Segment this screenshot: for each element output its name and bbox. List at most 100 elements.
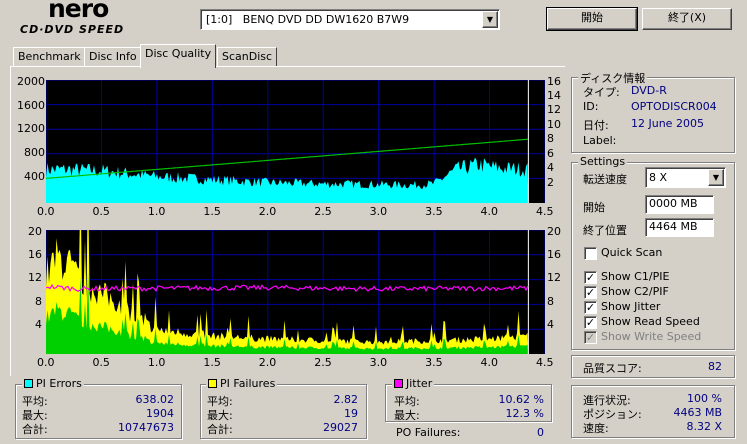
x-tick-label: 1.0	[147, 205, 166, 218]
speed-label: 転送速度	[583, 173, 627, 186]
speed-select-value: 8 X	[649, 171, 668, 184]
nero-logo: nero	[48, 0, 109, 23]
po-failures-value: 0	[537, 426, 544, 439]
y-tick-label: 4	[547, 318, 554, 331]
jitter-group-title: Jitter	[392, 377, 435, 390]
x-tick-label: 0.0	[37, 356, 55, 369]
show-c1-checkbox[interactable]: ✓	[584, 271, 597, 284]
quality-score-value: 82	[708, 360, 722, 373]
show-jitter-checkbox[interactable]: ✓	[584, 301, 597, 314]
settings-title: Settings	[578, 155, 628, 168]
x-tick-label: 4.0	[480, 356, 499, 369]
progress-status-value: 100 %	[687, 392, 722, 405]
pi-errors-area	[46, 157, 529, 203]
tab-disc-info[interactable]: Disc Info	[84, 47, 142, 67]
pi-errors-title: PI Errors	[36, 377, 82, 390]
y-tick-label: 20	[547, 225, 561, 238]
start-button[interactable]: 開始	[546, 7, 638, 31]
y-tick-label: 10	[547, 118, 561, 131]
y-tick-label: 1200	[17, 122, 45, 135]
jitter-max: 12.3 %	[505, 407, 544, 420]
y-tick-label: 400	[24, 170, 45, 183]
jitter-avg: 10.62 %	[498, 393, 544, 406]
disc-id-label: ID:	[583, 100, 599, 113]
quick-scan-label[interactable]: Quick Scan	[601, 246, 662, 259]
chevron-down-icon[interactable]: ▼	[482, 11, 498, 28]
progress-speed-label: 速度:	[583, 422, 609, 435]
show-read-speed-checkbox[interactable]: ✓	[584, 316, 597, 329]
pi-errors-total: 10747673	[118, 421, 174, 434]
disc-type-label: タイプ:	[583, 86, 620, 99]
x-tick-label: 1.5	[203, 356, 221, 369]
y-tick-label: 6	[547, 147, 554, 160]
pi-errors-group-title: PI Errors	[22, 377, 84, 390]
progress-speed-value: 8.32 X	[686, 420, 722, 433]
pi-failures-max: 19	[344, 407, 358, 420]
show-write-speed-label: Show Write Speed	[601, 330, 702, 343]
x-tick-label: 4.5	[536, 356, 554, 369]
x-tick-label: 2.5	[314, 356, 332, 369]
pi-errors-legend-swatch	[24, 379, 33, 388]
pi-errors-chart	[46, 80, 545, 203]
show-c1-label[interactable]: Show C1/PIE	[601, 270, 669, 283]
y-tick-label: 12	[547, 271, 561, 284]
y-tick-label: 8	[35, 295, 42, 308]
show-read-speed-label[interactable]: Show Read Speed	[601, 315, 700, 328]
po-failures-label: PO Failures:	[396, 426, 461, 439]
jitter-title: Jitter	[406, 377, 433, 390]
show-c2-checkbox[interactable]: ✓	[584, 286, 597, 299]
show-jitter-label[interactable]: Show Jitter	[601, 300, 660, 313]
x-tick-label: 1.5	[203, 205, 221, 218]
pi-errors-avg: 638.02	[135, 393, 175, 406]
x-tick-label: 3.0	[369, 356, 388, 369]
jitter-line	[46, 283, 529, 293]
quick-scan-checkbox[interactable]	[584, 247, 597, 260]
x-tick-label: 3.0	[369, 205, 388, 218]
start-position-input[interactable]: 0000 MB	[645, 195, 714, 214]
disc-id-value: OPTODISCR004	[631, 100, 717, 113]
show-c2-label[interactable]: Show C2/PIF	[601, 285, 669, 298]
start-position-label: 開始	[583, 201, 605, 214]
x-tick-label: 2.0	[258, 356, 277, 369]
x-tick-label: 3.5	[425, 356, 443, 369]
disc-date-label: 日付:	[583, 119, 609, 132]
exit-button[interactable]: 終了(X)	[642, 8, 732, 30]
speed-select[interactable]: 8 X ▼	[645, 167, 726, 188]
x-tick-label: 4.5	[536, 205, 554, 218]
jitter-legend-swatch	[394, 379, 403, 388]
pi-failures-total: 29027	[323, 421, 358, 434]
x-tick-label: 3.5	[425, 205, 443, 218]
drive-select-value: [1:0] BENQ DVD DD DW1620 B7W9	[206, 13, 410, 26]
tab-benchmark[interactable]: Benchmark	[13, 47, 86, 67]
jitter-max-label: 最大:	[394, 409, 420, 422]
pi-failures-group-title: PI Failures	[206, 377, 278, 390]
y-tick-label: 2000	[17, 75, 45, 88]
pi-failures-title: PI Failures	[220, 377, 276, 390]
pi-errors-total-label: 合計:	[22, 423, 48, 436]
y-tick-label: 16	[547, 75, 561, 88]
x-tick-label: 0.5	[92, 356, 110, 369]
y-tick-label: 14	[547, 89, 561, 102]
quality-score-label: 品質スコア:	[583, 362, 642, 375]
disc-type-value: DVD-R	[631, 84, 667, 97]
show-write-speed-checkbox: ✓	[584, 331, 597, 344]
chevron-down-icon[interactable]: ▼	[708, 169, 724, 186]
end-position-label: 終了位置	[583, 224, 627, 237]
end-position-input[interactable]: 4464 MB	[645, 218, 714, 237]
tab-disc-quality[interactable]: Disc Quality	[140, 44, 217, 68]
y-tick-label: 4	[547, 161, 554, 174]
pi-failures-avg: 2.82	[333, 393, 359, 406]
pi-failures-chart	[46, 230, 545, 354]
y-tick-label: 12	[547, 103, 561, 116]
tab-scandisc[interactable]: ScanDisc	[217, 47, 278, 67]
cd-dvd-speed-logo: CD·DVD SPEED	[20, 23, 125, 36]
pi-errors-max: 1904	[146, 407, 174, 420]
y-tick-label: 800	[24, 146, 45, 159]
y-tick-label: 20	[28, 225, 42, 238]
y-tick-label: 2	[547, 176, 554, 189]
drive-select[interactable]: [1:0] BENQ DVD DD DW1620 B7W9 ▼	[200, 9, 500, 30]
y-tick-label: 16	[28, 248, 42, 261]
x-tick-label: 2.0	[258, 205, 277, 218]
disc-date-value: 12 June 2005	[631, 117, 704, 130]
y-tick-label: 8	[547, 132, 554, 145]
